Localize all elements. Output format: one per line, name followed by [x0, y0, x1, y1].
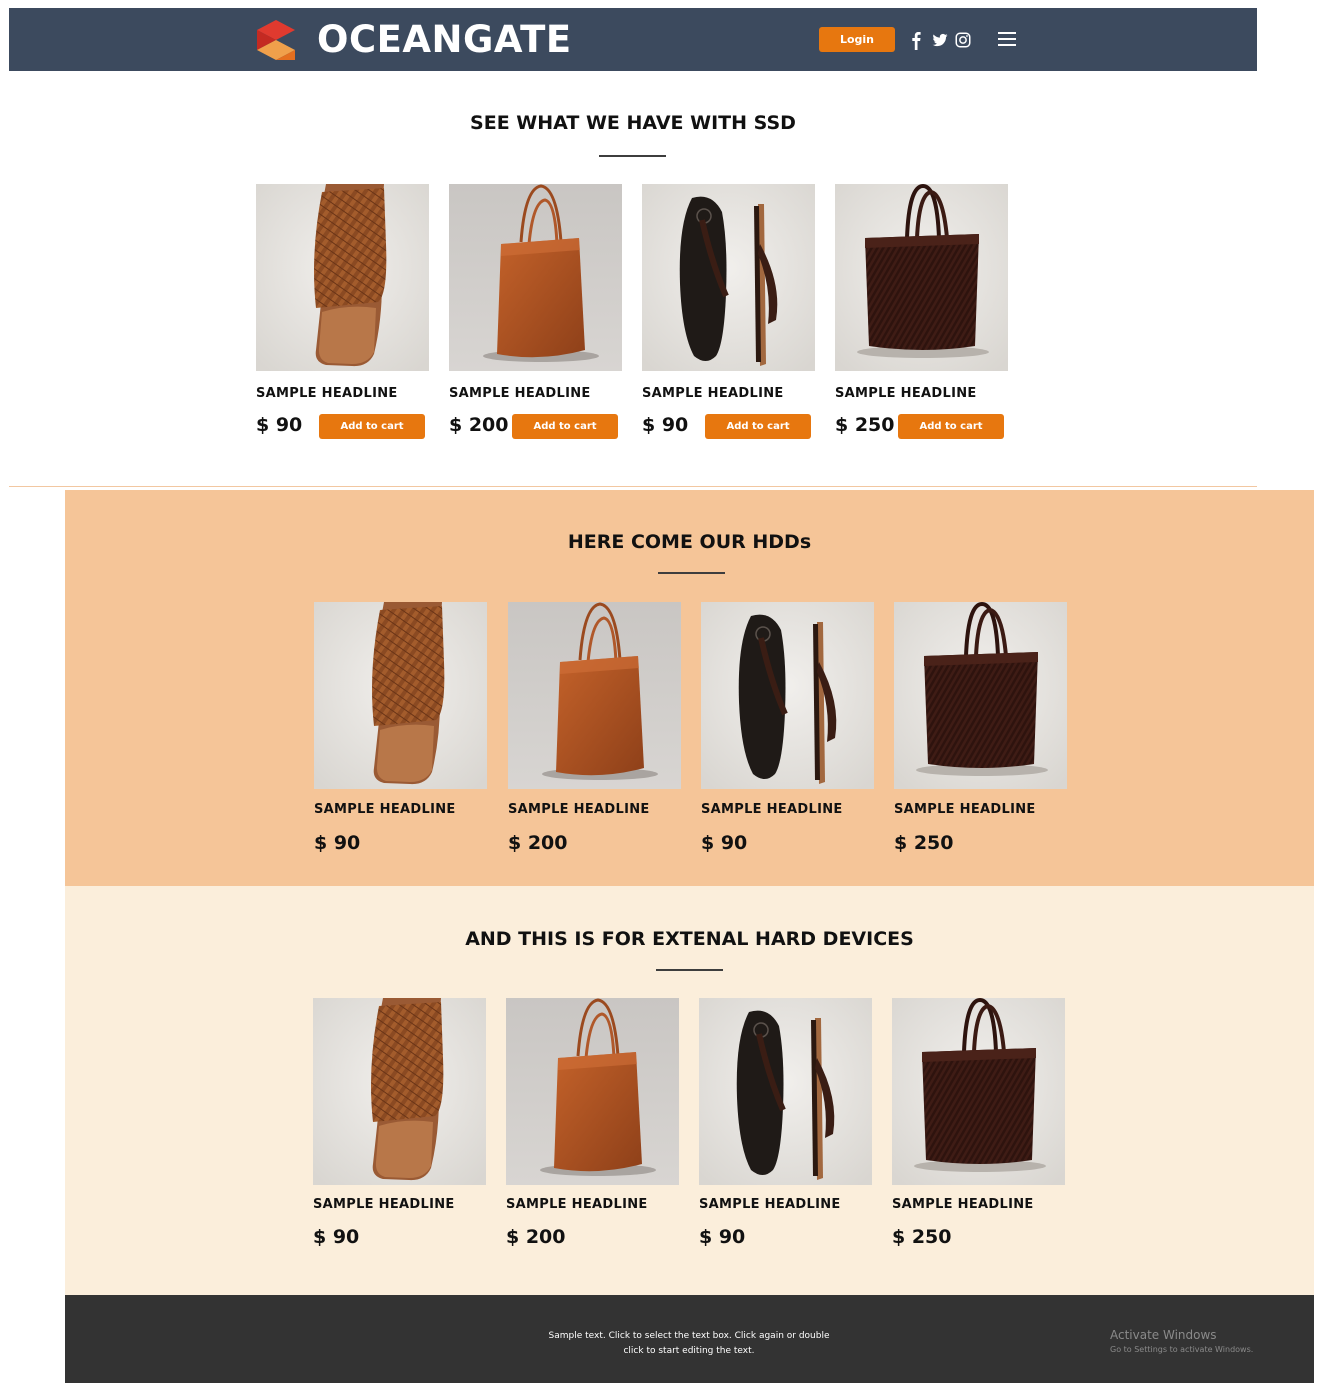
product-image-dark-tote[interactable] [892, 998, 1065, 1185]
product-price: $ 250 [835, 414, 895, 436]
product-price: $ 90 [701, 832, 748, 854]
product-price: $ 90 [313, 1226, 360, 1248]
product-card[interactable]: SAMPLE HEADLINE $ 90 [313, 998, 486, 1258]
product-card[interactable]: SAMPLE HEADLINE $ 200 [508, 602, 681, 862]
product-image-flip-flops[interactable] [699, 998, 872, 1185]
section-title: HERE COME OUR HDDs [567, 531, 812, 553]
add-to-cart-button[interactable]: Add to cart [705, 414, 811, 439]
product-headline: SAMPLE HEADLINE [508, 802, 650, 817]
product-headline: SAMPLE HEADLINE [699, 1197, 841, 1212]
facebook-icon[interactable] [911, 29, 921, 51]
product-price: $ 250 [892, 1226, 952, 1248]
product-card[interactable]: SAMPLE HEADLINE $ 250 [894, 602, 1067, 862]
external-devices-section: AND THIS IS FOR EXTENAL HARD DEVICES SAM… [65, 886, 1314, 1295]
product-card[interactable]: SAMPLE HEADLINE $ 200 [506, 998, 679, 1258]
product-price: $ 90 [699, 1226, 746, 1248]
footer-text-line: click to start editing the text. [623, 1346, 755, 1356]
product-image-sandal[interactable] [313, 998, 486, 1185]
product-headline: SAMPLE HEADLINE [256, 386, 398, 401]
product-image-dark-tote[interactable] [835, 184, 1008, 371]
product-headline: SAMPLE HEADLINE [701, 802, 843, 817]
product-image-flip-flops[interactable] [701, 602, 874, 789]
title-divider [599, 155, 666, 157]
hdd-section: HERE COME OUR HDDs SAMPLE HEADLINE $ 90 … [65, 490, 1314, 886]
title-divider [658, 572, 725, 574]
logo-icon[interactable] [255, 18, 297, 62]
page-footer: Sample text. Click to select the text bo… [65, 1295, 1314, 1383]
section-title: SEE WHAT WE HAVE WITH SSD [470, 112, 796, 134]
add-to-cart-button[interactable]: Add to cart [898, 414, 1004, 439]
product-headline: SAMPLE HEADLINE [314, 802, 456, 817]
product-headline: SAMPLE HEADLINE [892, 1197, 1034, 1212]
product-price: $ 200 [508, 832, 568, 854]
product-headline: SAMPLE HEADLINE [894, 802, 1036, 817]
product-price: $ 200 [506, 1226, 566, 1248]
product-image-dark-tote[interactable] [894, 602, 1067, 789]
section-title: AND THIS IS FOR EXTENAL HARD DEVICES [465, 928, 914, 950]
product-image-tan-tote[interactable] [508, 602, 681, 789]
activate-windows-watermark: Activate Windows Go to Settings to activ… [1110, 1328, 1253, 1357]
product-card[interactable]: SAMPLE HEADLINE $ 250 [892, 998, 1065, 1258]
product-headline: SAMPLE HEADLINE [449, 386, 591, 401]
login-button[interactable]: Login [819, 27, 895, 52]
activate-windows-title: Activate Windows [1110, 1328, 1217, 1342]
product-price: $ 90 [256, 414, 303, 436]
product-headline: SAMPLE HEADLINE [835, 386, 977, 401]
product-price: $ 90 [314, 832, 361, 854]
twitter-icon[interactable] [931, 29, 949, 51]
product-card[interactable]: SAMPLE HEADLINE $ 90 [699, 998, 872, 1258]
product-image-sandal[interactable] [256, 184, 429, 371]
product-card[interactable]: SAMPLE HEADLINE $ 90 Add to cart [642, 184, 815, 444]
product-headline: SAMPLE HEADLINE [506, 1197, 648, 1212]
product-card[interactable]: SAMPLE HEADLINE $ 90 [314, 602, 487, 862]
title-divider [656, 969, 723, 971]
product-headline: SAMPLE HEADLINE [313, 1197, 455, 1212]
brand-name[interactable]: OCEANGATE [317, 18, 572, 62]
product-price: $ 200 [449, 414, 509, 436]
product-image-tan-tote[interactable] [449, 184, 622, 371]
product-image-flip-flops[interactable] [642, 184, 815, 371]
instagram-icon[interactable] [954, 29, 972, 51]
top-header: OCEANGATE Login [9, 8, 1257, 71]
product-headline: SAMPLE HEADLINE [642, 386, 784, 401]
product-card[interactable]: SAMPLE HEADLINE $ 90 [701, 602, 874, 862]
product-card[interactable]: SAMPLE HEADLINE $ 200 Add to cart [449, 184, 622, 444]
product-image-sandal[interactable] [314, 602, 487, 789]
hamburger-menu-icon[interactable] [998, 32, 1016, 48]
product-price: $ 90 [642, 414, 689, 436]
add-to-cart-button[interactable]: Add to cart [512, 414, 618, 439]
ssd-section: SEE WHAT WE HAVE WITH SSD SAMPLE HEADLIN… [9, 72, 1257, 487]
footer-sample-text[interactable]: Sample text. Click to select the text bo… [545, 1329, 833, 1359]
product-image-tan-tote[interactable] [506, 998, 679, 1185]
activate-windows-subtitle: Go to Settings to activate Windows. [1110, 1345, 1254, 1354]
product-card[interactable]: SAMPLE HEADLINE $ 250 Add to cart [835, 184, 1008, 444]
footer-text-line: Sample text. Click to select the text bo… [548, 1331, 830, 1341]
product-card[interactable]: SAMPLE HEADLINE $ 90 Add to cart [256, 184, 429, 444]
product-price: $ 250 [894, 832, 954, 854]
add-to-cart-button[interactable]: Add to cart [319, 414, 425, 439]
